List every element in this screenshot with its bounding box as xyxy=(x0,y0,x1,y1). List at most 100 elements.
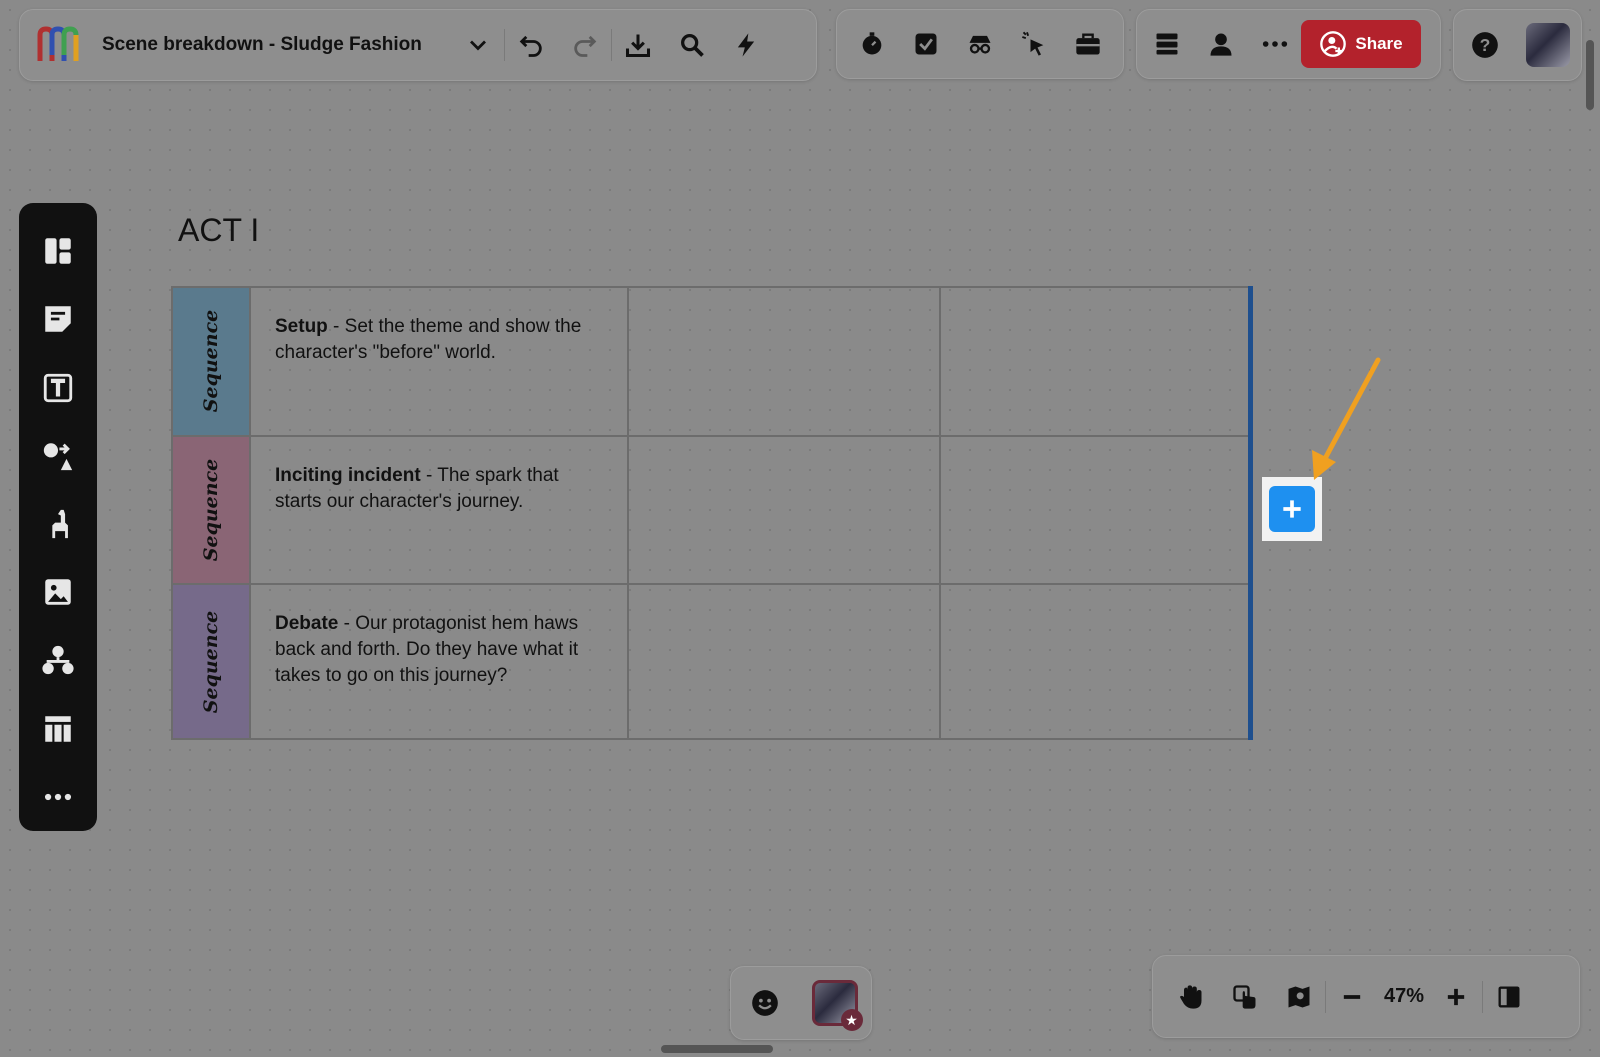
divider xyxy=(1482,980,1484,1013)
undo-icon xyxy=(519,35,542,57)
lightning-icon xyxy=(737,33,755,57)
export-button[interactable] xyxy=(618,25,658,65)
vertical-scrollbar[interactable] xyxy=(1586,40,1594,110)
chevron-down-icon xyxy=(469,40,486,51)
diagram-icon xyxy=(42,646,74,675)
svg-text:?: ? xyxy=(1479,35,1490,55)
share-label: Share xyxy=(1355,34,1403,53)
undo-button[interactable] xyxy=(511,25,551,65)
quick-actions-button[interactable] xyxy=(726,25,766,65)
zoom-out-button[interactable] xyxy=(1332,977,1372,1017)
help-icon: ? xyxy=(1471,32,1498,58)
sequence-cell[interactable]: Sequence xyxy=(171,583,251,740)
navigation-bar: 47% xyxy=(1152,955,1580,1038)
divider xyxy=(503,29,505,61)
task-button[interactable] xyxy=(906,24,946,64)
sequence-label: Sequence xyxy=(200,458,222,562)
empty-cell[interactable] xyxy=(939,434,1253,586)
pan-tool-button[interactable] xyxy=(1171,977,1211,1017)
user-avatar[interactable] xyxy=(1526,23,1571,67)
image-icon xyxy=(45,579,71,605)
llama-button[interactable] xyxy=(30,490,86,558)
left-toolbar xyxy=(19,203,97,831)
description-cell[interactable]: Inciting incident - The spark that start… xyxy=(249,434,629,586)
briefcase-icon xyxy=(1076,33,1100,55)
cursor-tool-button[interactable] xyxy=(1014,24,1054,64)
description-cell[interactable]: Setup - Set the theme and show the chara… xyxy=(249,286,629,437)
private-mode-button[interactable] xyxy=(960,24,1000,64)
map-button[interactable] xyxy=(1279,977,1319,1017)
cursor-click-icon xyxy=(1022,31,1044,56)
board-menu-dropdown[interactable] xyxy=(458,25,498,65)
users-button[interactable] xyxy=(1201,24,1241,64)
touch-tool-button[interactable] xyxy=(1225,977,1265,1017)
search-icon xyxy=(680,34,704,57)
timer-icon xyxy=(862,32,882,55)
outline-view-button[interactable] xyxy=(1147,24,1187,64)
logo-icon xyxy=(37,26,79,61)
empty-cell[interactable] xyxy=(627,434,941,586)
table-row: Sequence Debate - Our protagonist hem ha… xyxy=(171,583,1253,740)
board-title[interactable]: Scene breakdown - Sludge Fashion xyxy=(102,34,422,56)
app-logo[interactable] xyxy=(34,25,88,65)
emoji-button[interactable] xyxy=(745,983,785,1023)
image-button[interactable] xyxy=(30,558,86,626)
more-tools-button[interactable] xyxy=(30,763,86,831)
sequence-cell[interactable]: Sequence xyxy=(171,286,251,437)
annotation-arrow xyxy=(1312,357,1381,480)
more-options-button[interactable] xyxy=(1255,24,1295,64)
empty-cell[interactable] xyxy=(939,583,1253,740)
timer-button[interactable] xyxy=(852,24,892,64)
sequence-label: Sequence xyxy=(200,310,222,413)
text-button[interactable] xyxy=(30,353,86,421)
sidebar-toggle-icon xyxy=(1498,986,1520,1007)
shapes-button[interactable] xyxy=(30,422,86,490)
scene-table[interactable]: Sequence Setup - Set the theme and show … xyxy=(171,286,1253,740)
incognito-icon xyxy=(969,35,991,54)
account-toolbar: ? xyxy=(1453,9,1582,81)
zoom-level[interactable]: 47% xyxy=(1384,985,1424,1008)
plus-icon xyxy=(1283,500,1301,518)
sticky-note-button[interactable] xyxy=(30,285,86,353)
row-title: Debate xyxy=(275,613,339,635)
search-button[interactable] xyxy=(672,25,712,65)
table-row: Sequence Inciting incident - The spark t… xyxy=(171,434,1253,586)
diagram-button[interactable] xyxy=(30,626,86,694)
divider xyxy=(1325,980,1326,1013)
act-title[interactable]: ACT I xyxy=(178,212,259,249)
share-button[interactable]: Share xyxy=(1301,20,1421,68)
row-title: Setup xyxy=(275,316,328,337)
empty-cell[interactable] xyxy=(939,286,1253,437)
templates-button[interactable] xyxy=(30,217,86,285)
table-button[interactable] xyxy=(30,695,86,763)
checkbox-icon xyxy=(915,33,937,55)
more-icon xyxy=(44,793,72,800)
sidebar-toggle-button[interactable] xyxy=(1489,977,1529,1017)
empty-cell[interactable] xyxy=(627,286,941,437)
sequence-cell[interactable]: Sequence xyxy=(171,434,251,586)
user-icon xyxy=(1210,33,1232,56)
row-title: Inciting incident xyxy=(275,464,421,486)
toolkit-button[interactable] xyxy=(1068,24,1108,64)
zoom-in-button[interactable] xyxy=(1436,977,1476,1017)
top-middle-toolbar xyxy=(836,9,1124,79)
home-indicator xyxy=(661,1045,773,1053)
more-icon xyxy=(1262,41,1288,47)
star-badge-icon: ★ xyxy=(840,1009,863,1031)
help-button[interactable]: ? xyxy=(1465,25,1505,65)
zoom-in-icon xyxy=(1447,988,1465,1005)
divider xyxy=(610,29,612,61)
zoom-out-icon xyxy=(1343,994,1361,999)
sequence-label: Sequence xyxy=(200,610,222,713)
hand-icon xyxy=(1180,984,1202,1009)
presenter-avatar[interactable]: ★ xyxy=(811,980,863,1031)
touch-icon xyxy=(1233,984,1256,1009)
table-icon xyxy=(45,715,71,742)
empty-cell[interactable] xyxy=(627,583,941,740)
download-icon xyxy=(625,34,650,58)
redo-button[interactable] xyxy=(565,25,605,65)
selected-column-edge[interactable] xyxy=(1248,286,1253,740)
llama-icon xyxy=(52,509,68,539)
description-cell[interactable]: Debate - Our protagonist hem haws back a… xyxy=(249,583,629,740)
add-column-button[interactable] xyxy=(1269,486,1315,532)
